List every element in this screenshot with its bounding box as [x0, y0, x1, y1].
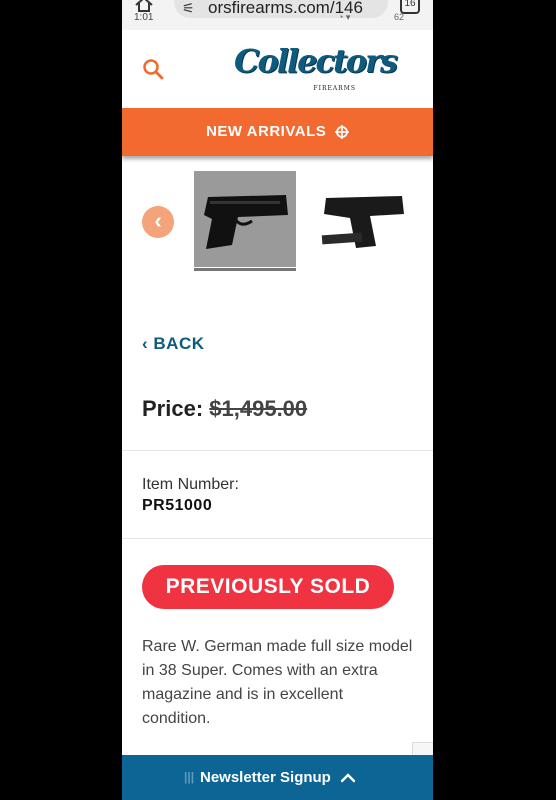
url-bar[interactable]: ⚟ orsfirearms.com/146	[174, 0, 388, 18]
drag-handle-icon: |||	[184, 770, 195, 784]
tab-count-button[interactable]: 16	[400, 0, 420, 14]
crosshair-icon	[334, 125, 349, 140]
back-link[interactable]: ‹ BACK	[142, 334, 205, 354]
clock-time: 1:01	[134, 12, 154, 23]
chevron-left-icon: ‹	[142, 334, 154, 353]
url-text[interactable]: orsfirearms.com/146	[208, 0, 384, 18]
newsletter-signup-bar[interactable]: ||| Newsletter Signup	[122, 755, 433, 800]
new-arrivals-link[interactable]: NEW ARRIVALS	[122, 108, 433, 156]
site-logo[interactable]: Collectors FIREARMS	[234, 40, 398, 98]
site-header: Collectors FIREARMS	[122, 30, 433, 108]
site-settings-icon[interactable]: ⚟	[182, 0, 195, 17]
item-number-value: PR51000	[142, 497, 213, 514]
price: Price: $1,495.00	[142, 396, 307, 422]
divider	[122, 450, 433, 451]
back-label: BACK	[153, 334, 205, 353]
new-arrivals-label: NEW ARRIVALS	[206, 123, 327, 140]
active-thumbnail-indicator	[194, 268, 296, 271]
gallery-prev-button[interactable]: ‹	[142, 206, 174, 238]
wifi-icon: ◔ ▾	[338, 12, 351, 22]
price-value: $1,495.00	[209, 396, 308, 421]
search-icon[interactable]	[142, 58, 164, 80]
logo-subtitle: FIREARMS	[313, 85, 356, 92]
newsletter-label: Newsletter Signup	[199, 769, 331, 786]
home-icon[interactable]	[134, 0, 154, 12]
pistol-with-magazine-image	[321, 196, 404, 248]
divider	[122, 538, 433, 539]
chevron-up-icon	[341, 773, 356, 783]
gallery-thumbnail-pistol-magazine[interactable]	[316, 180, 412, 260]
price-label: Price:	[142, 396, 204, 421]
product-description: Rare W. German made full size model in 3…	[142, 638, 413, 727]
item-number-label: Item Number:	[142, 476, 239, 493]
browser-bar: 1:01 ⚟ orsfirearms.com/146 ◔ ▾ 62 16	[122, 0, 433, 30]
gallery-thumbnail-pistol[interactable]	[194, 171, 296, 267]
phone-viewport: 1:01 ⚟ orsfirearms.com/146 ◔ ▾ 62 16 Col…	[122, 0, 433, 800]
logo-wordmark: Collectors	[234, 42, 398, 80]
previously-sold-badge: PREVIOUSLY SOLD	[142, 565, 394, 609]
pistol-image	[204, 195, 288, 249]
